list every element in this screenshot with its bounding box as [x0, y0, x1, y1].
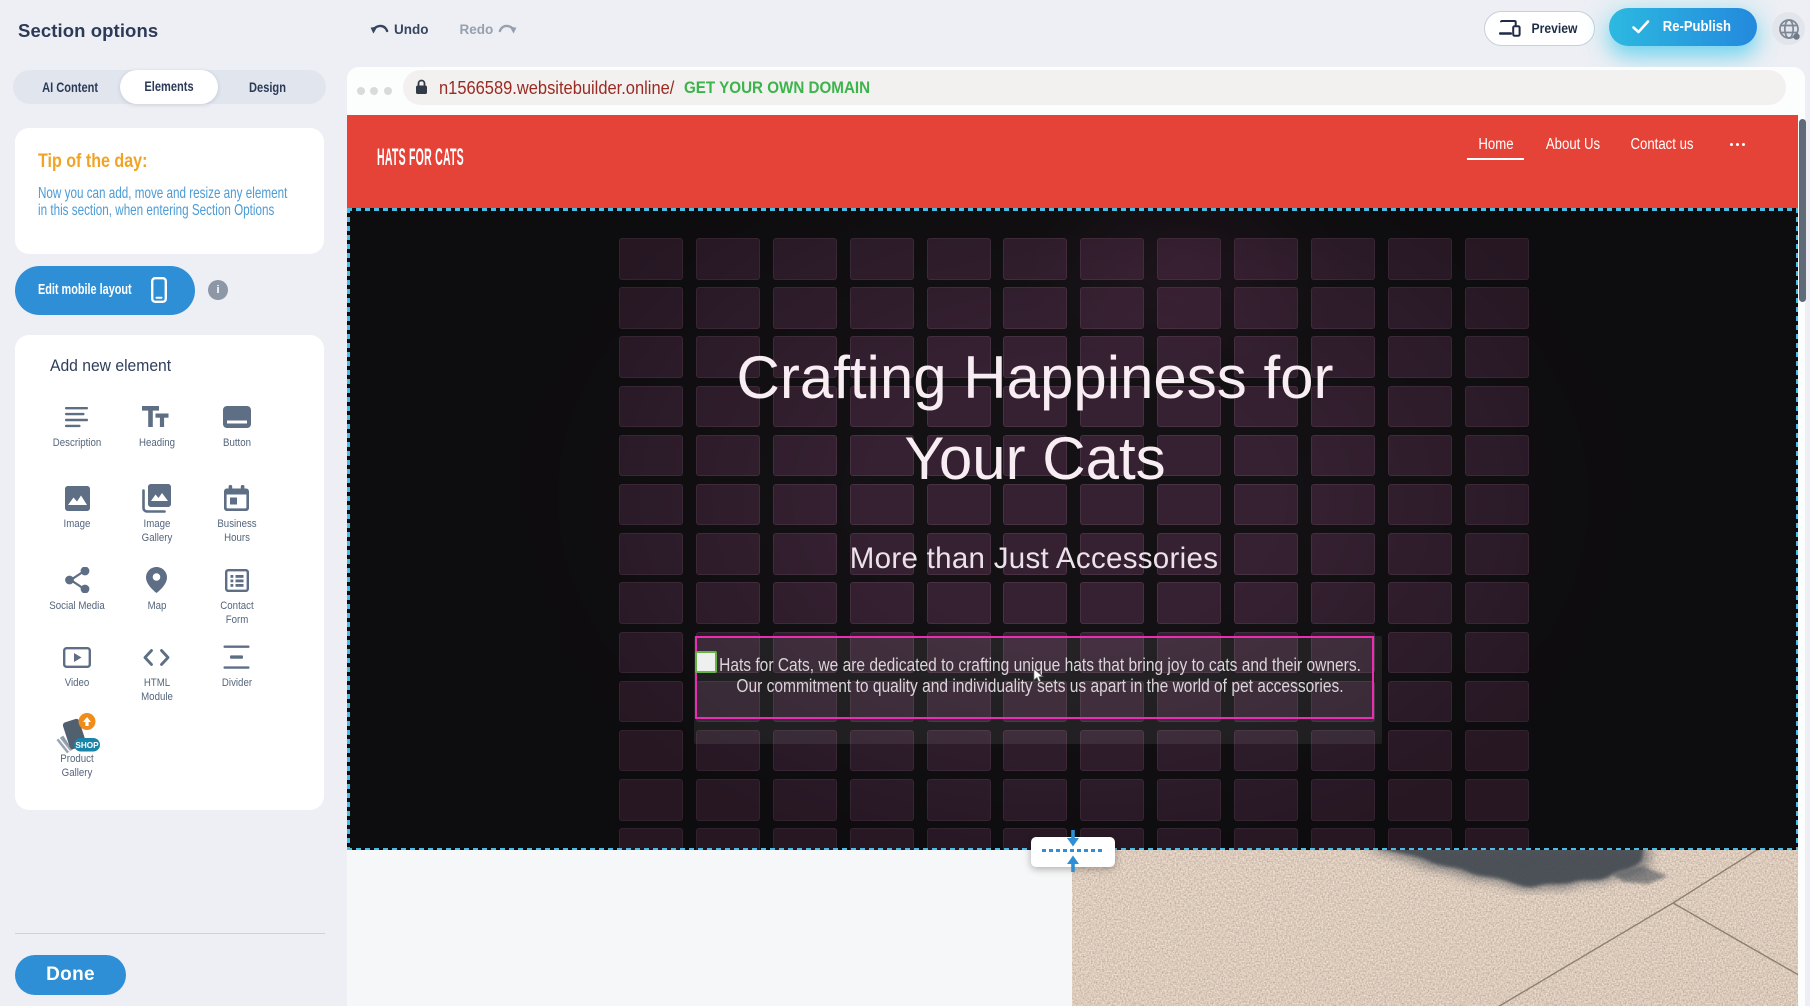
svg-text:SHOP: SHOP	[75, 741, 99, 750]
